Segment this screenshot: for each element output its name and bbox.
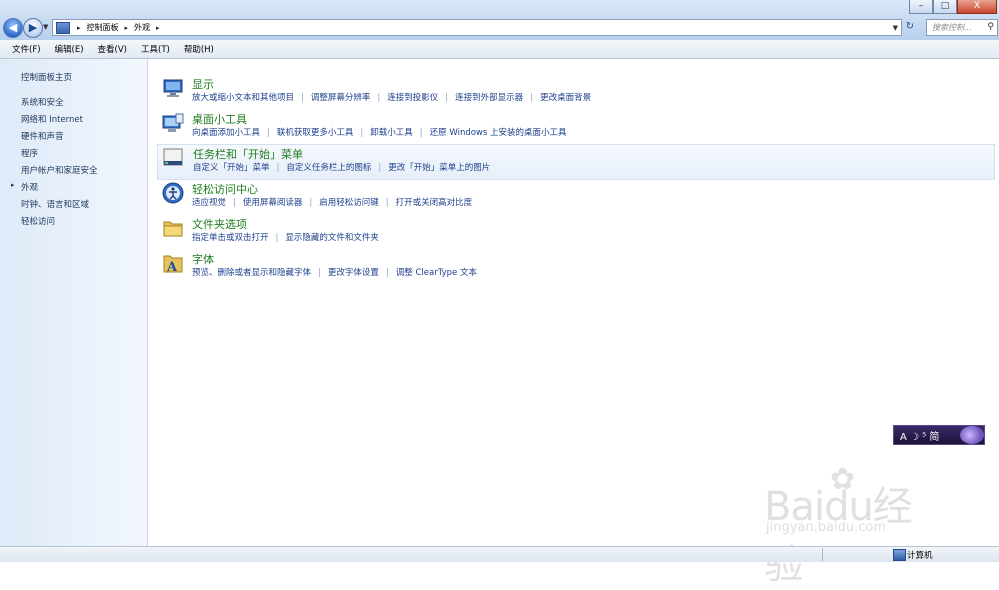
watermark-url: jingyan.baidu.com [766,520,886,535]
category-title-taskbar[interactable]: 任务栏和「开始」菜单 [193,146,303,162]
link-customize-start-menu[interactable]: 自定义「开始」菜单 [193,163,270,173]
category-title-gadgets[interactable]: 桌面小工具 [192,111,247,127]
category-taskbar: 任务栏和「开始」菜单 自定义「开始」菜单 | 自定义任务栏上的图标 | 更改「开始」菜单… [157,144,995,180]
arrow-left-icon: ◀ [8,21,18,34]
control-panel-icon [56,21,70,34]
ime-label[interactable]: A ☽ ⁵ 简 [900,428,939,443]
chevron-right-icon[interactable]: ▸ [125,24,129,32]
close-button[interactable]: X [957,0,997,14]
svg-text:A: A [166,260,178,274]
search-input[interactable]: 搜索控制... ⚲ [926,19,998,36]
category-title-display[interactable]: 显示 [192,76,214,92]
search-placeholder: 搜索控制... [932,23,972,32]
link-show-hidden-files[interactable]: 显示隐藏的文件和文件夹 [285,233,379,243]
current-page-marker-icon: ▸ [11,181,15,189]
category-ease-of-access: 轻松访问中心 适应视觉 | 使用屏幕阅读器 | 启用轻松访问键 | 打开或关闭高对比度 [160,180,993,214]
category-title-folder-options[interactable]: 文件夹选项 [192,216,247,232]
link-external-display[interactable]: 连接到外部显示器 [455,93,523,103]
taskbar-icon [163,148,183,166]
sidebar-item-ease-of-access[interactable]: 轻松访问 [21,215,55,227]
window-titlebar: – □ X ◀ ▶ ▼ ▸ 控制面板 ▸ 外观 ▸ ▼ ↻ 搜索控制... ⚲ [0,0,999,40]
link-add-gadgets[interactable]: 向桌面添加小工具 [192,128,260,138]
category-folder-options: 文件夹选项 指定单击或双击打开 | 显示隐藏的文件和文件夹 [160,215,993,249]
link-screen-resolution[interactable]: 调整屏幕分辨率 [311,93,371,103]
link-desktop-background[interactable]: 更改桌面背景 [540,93,591,103]
link-high-contrast[interactable]: 打开或关闭高对比度 [396,198,473,208]
gadgets-icon [162,113,184,132]
status-location-label: 计算机 [907,551,933,561]
window-controls: – □ X [909,0,997,14]
refresh-icon: ↻ [905,21,915,32]
category-links-fonts: 预览、删除或者显示和隐藏字体 | 更改字体设置 | 调整 ClearType 文本 [192,268,477,278]
minimize-button[interactable]: – [909,0,933,14]
breadcrumb-control-panel[interactable]: 控制面板 [87,22,119,33]
link-cleartype[interactable]: 调整 ClearType 文本 [396,268,477,278]
ease-of-access-icon [162,182,184,204]
category-links-taskbar: 自定义「开始」菜单 | 自定义任务栏上的图标 | 更改「开始」菜单上的图片 [193,163,491,173]
category-links-ease-of-access: 适应视觉 | 使用屏幕阅读器 | 启用轻松访问键 | 打开或关闭高对比度 [192,198,473,208]
link-preview-fonts[interactable]: 预览、删除或者显示和隐藏字体 [192,268,311,278]
link-accommodate-vision[interactable]: 适应视觉 [192,198,226,208]
sidebar-item-network[interactable]: 网络和 Internet [21,113,83,125]
link-change-start-picture[interactable]: 更改「开始」菜单上的图片 [388,163,490,173]
menu-file[interactable]: 文件(F) [12,43,41,55]
address-history-dropdown[interactable]: ▼ [893,24,898,32]
category-title-ease-of-access[interactable]: 轻松访问中心 [192,181,258,197]
address-bar[interactable]: ▸ 控制面板 ▸ 外观 ▸ ▼ [52,19,902,36]
ime-toolbar[interactable]: A ☽ ⁵ 简 [893,425,985,445]
link-get-more-gadgets[interactable]: 联机获取更多小工具 [277,128,354,138]
link-single-double-click[interactable]: 指定单击或双击打开 [192,233,269,243]
sidebar-home-link[interactable]: 控制面板主页 [21,71,72,83]
menu-help[interactable]: 帮助(H) [184,43,214,55]
link-uninstall-gadget[interactable]: 卸载小工具 [370,128,413,138]
sidebar-item-programs[interactable]: 程序 [21,147,38,159]
sidebar-item-appearance[interactable]: 外观 [21,181,38,193]
menu-tools[interactable]: 工具(T) [141,43,170,55]
category-links-display: 放大或缩小文本和其他项目 | 调整屏幕分辨率 | 连接到投影仪 | 连接到外部显示器 | 更改桌… [192,93,592,103]
link-customize-taskbar-icons[interactable]: 自定义任务栏上的图标 [286,163,371,173]
category-links-folder-options: 指定单击或双击打开 | 显示隐藏的文件和文件夹 [192,233,379,243]
back-button[interactable]: ◀ [3,18,23,38]
menu-edit[interactable]: 编辑(E) [55,43,84,55]
computer-icon [893,549,906,561]
category-title-fonts[interactable]: 字体 [192,251,214,267]
chevron-right-icon[interactable]: ▸ [156,24,160,32]
sidebar-item-user-accounts[interactable]: 用户帐户和家庭安全 [21,164,98,176]
fonts-icon: A [163,255,183,274]
sidebar: 控制面板主页 系统和安全 网络和 Internet 硬件和声音 程序 用户帐户和… [0,59,148,546]
chevron-right-icon[interactable]: ▸ [77,24,81,32]
link-font-settings[interactable]: 更改字体设置 [328,268,379,278]
search-icon[interactable]: ⚲ [987,22,994,32]
menu-view[interactable]: 查看(V) [98,43,127,55]
ime-logo-icon [960,426,984,444]
folder-icon [163,221,183,237]
monitor-icon [163,79,183,97]
link-projector[interactable]: 连接到投影仪 [387,93,438,103]
link-text-size[interactable]: 放大或缩小文本和其他项目 [192,93,294,103]
link-restore-gadgets[interactable]: 还原 Windows 上安装的桌面小工具 [430,128,567,138]
link-sticky-keys[interactable]: 启用轻松访问键 [319,198,379,208]
status-divider [822,548,823,561]
sidebar-item-system-security[interactable]: 系统和安全 [21,96,64,108]
baidu-watermark: ✿ Baidu经验 jingyan.baidu.com [764,462,944,588]
recent-pages-dropdown[interactable]: ▼ [43,23,48,31]
category-links-gadgets: 向桌面添加小工具 | 联机获取更多小工具 | 卸载小工具 | 还原 Windows 上安装的… [192,128,567,138]
category-display: 显示 放大或缩小文本和其他项目 | 调整屏幕分辨率 | 连接到投影仪 | 连接到外部显示器 |… [160,75,993,109]
category-gadgets: 桌面小工具 向桌面添加小工具 | 联机获取更多小工具 | 卸载小工具 | 还原 Window… [160,110,993,144]
breadcrumb-appearance[interactable]: 外观 [134,22,150,33]
status-bar: 计算机 [0,546,999,562]
category-fonts: A 字体 预览、删除或者显示和隐藏字体 | 更改字体设置 | 调整 ClearType … [160,250,993,284]
refresh-button[interactable]: ↻ [903,20,917,34]
sidebar-item-clock-language[interactable]: 时钟、语言和区域 [21,198,89,210]
forward-button[interactable]: ▶ [23,18,43,38]
sidebar-item-hardware-sound[interactable]: 硬件和声音 [21,130,64,142]
maximize-button[interactable]: □ [933,0,957,14]
menu-bar: 文件(F) 编辑(E) 查看(V) 工具(T) 帮助(H) [0,40,999,59]
link-screen-reader[interactable]: 使用屏幕阅读器 [243,198,303,208]
arrow-right-icon: ▶ [28,21,38,34]
